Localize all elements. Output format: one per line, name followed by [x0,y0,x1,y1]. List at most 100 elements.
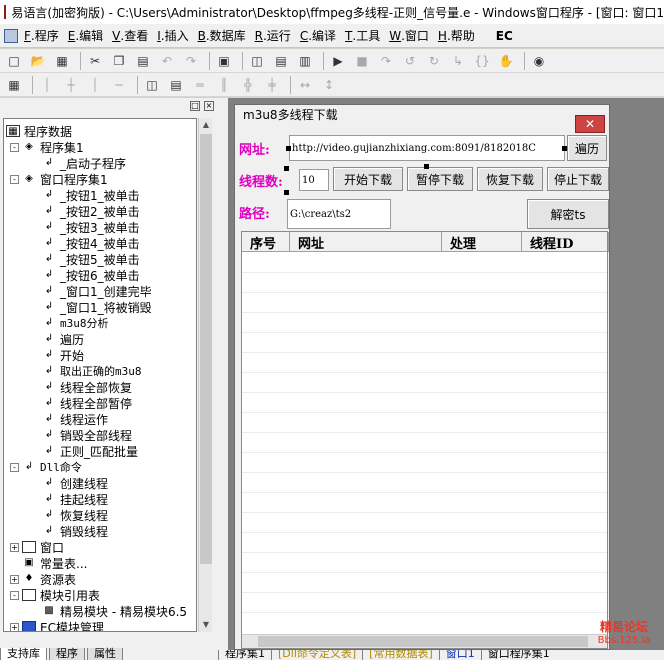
expand-icon[interactable]: + [10,542,19,552]
tree-item[interactable]: ↲ 遍历 [42,331,84,347]
same-size-icon[interactable]: ╬ [238,76,258,94]
scroll-thumb[interactable] [200,134,212,564]
tree-item[interactable]: - ↲ Dll命令 [10,459,82,475]
tree-item[interactable]: ↲ 开始 [42,347,84,363]
expand-icon[interactable]: + [10,622,19,631]
selection-handle[interactable] [424,164,429,169]
column-header[interactable]: 线程ID [522,232,609,252]
align-right-icon[interactable]: │ [85,76,105,94]
menu-database[interactable]: B .数据库 [198,27,246,44]
tree-item[interactable]: ↲ 销毁全部线程 [42,427,132,443]
tab-window1[interactable]: 窗口1 [438,650,481,660]
align-top-icon[interactable]: ─ [109,76,129,94]
panel-pin-icon[interactable]: □ [190,101,200,111]
menu-insert[interactable]: I .插入 [157,27,188,44]
tree-item[interactable]: ↲ 线程全部恢复 [42,379,132,395]
run-icon[interactable]: ▶ [328,52,348,70]
tab-window-assembly1[interactable]: 窗口程序集1 [480,650,556,660]
menu-view[interactable]: V .查看 [112,27,148,44]
center-horizontal-icon[interactable]: ◫ [142,76,162,94]
align-left-icon[interactable]: │ [37,76,57,94]
tree-item[interactable]: ▩ 精易模块 - 精易模块6.5 [42,603,187,619]
column-header[interactable]: 网址 [290,232,442,252]
threads-input[interactable]: 10 [299,169,329,191]
step-over-icon[interactable]: ↺ [400,52,420,70]
copy-icon[interactable]: ❐ [109,52,129,70]
same-width-icon[interactable]: ═ [190,76,210,94]
start-download-button[interactable]: 开始下载 [333,167,403,191]
menu-compile[interactable]: C .编译 [300,27,336,44]
collapse-icon[interactable]: - [10,142,19,152]
download-table[interactable]: 序号 网址 处理 线程ID [241,231,609,649]
breakpoint-icon[interactable]: {} [472,52,492,70]
menu-window[interactable]: W .窗口 [389,27,429,44]
layout-top-icon[interactable]: ▤ [271,52,291,70]
tab-properties[interactable]: 属性 [87,648,123,660]
grid-icon[interactable]: ▦ [4,76,24,94]
path-input[interactable]: G:\creaz\ts2 [287,199,391,229]
save-icon[interactable]: ▦ [52,52,72,70]
same-height-icon[interactable]: ║ [214,76,234,94]
tree-item[interactable]: ↲ _按钮1_被单击 [42,187,140,203]
scroll-down-icon[interactable]: ▼ [199,618,213,632]
tree-item[interactable]: ↲ 线程全部暂停 [42,395,132,411]
tree-item[interactable]: - ◈ 程序集1 [10,139,84,155]
tree-item[interactable]: ↲ 正则_匹配批量 [42,443,138,459]
tree-item[interactable]: ↲ _按钮5_被单击 [42,251,140,267]
tree-item[interactable]: + ♦ 资源表 [10,571,76,587]
tree-item[interactable]: ↲ 创建线程 [42,475,108,491]
tree-item[interactable]: ↲ _窗口1_将被销毁 [42,299,152,315]
tree-item[interactable]: ↲ m3u8分析 [42,315,109,331]
decrypt-ts-button[interactable]: 解密ts [527,199,609,229]
tree-item[interactable]: ↲ 取出正确的m3u8 [42,363,142,379]
tree-item[interactable]: ↲ 挂起线程 [42,491,108,507]
open-folder-icon[interactable]: 📂 [28,52,48,70]
step-out-icon[interactable]: ↻ [424,52,444,70]
new-file-icon[interactable]: □ [4,52,24,70]
menu-file[interactable]: F .程序 [24,27,59,44]
tree-item[interactable]: ↲ _按钮4_被单击 [42,235,140,251]
tree-item[interactable]: ↲ _按钮6_被单击 [42,267,140,283]
tree-root[interactable]: ▦ 程序数据 [6,123,72,139]
center-vertical-icon[interactable]: ▤ [166,76,186,94]
selection-handle[interactable] [284,190,289,195]
layout-left-icon[interactable]: ◫ [247,52,267,70]
menu-edit[interactable]: E .编辑 [68,27,103,44]
tree-item[interactable]: - 模块引用表 [10,587,100,603]
close-icon[interactable]: ✕ [575,115,605,133]
collapse-icon[interactable]: - [10,590,19,600]
v-spacing-icon[interactable]: ↕ [319,76,339,94]
tree-item[interactable]: ↲ _按钮2_被单击 [42,203,140,219]
tab-support-library[interactable]: 支持库 [0,648,47,660]
hand-icon[interactable]: ✋ [496,52,516,70]
collapse-icon[interactable]: - [10,462,19,472]
cut-icon[interactable]: ✂ [85,52,105,70]
form-window[interactable]: m3u8多线程下载 ✕ 网址: http://video.gujianzhixi… [234,104,610,650]
tree-item[interactable]: ↲ 恢复线程 [42,507,108,523]
panel-close-icon[interactable]: × [204,101,214,111]
stop-download-button[interactable]: 停止下载 [547,167,609,191]
tab-assembly1[interactable]: 程序集1 [218,650,271,660]
tree-item[interactable]: ↲ 销毁线程 [42,523,108,539]
scroll-thumb[interactable] [258,636,588,647]
pause-download-button[interactable]: 暂停下载 [407,167,473,191]
tree-item[interactable]: - ◈ 窗口程序集1 [10,171,108,187]
run-to-cursor-icon[interactable]: ↳ [448,52,468,70]
menu-help[interactable]: H .帮助 [438,27,475,44]
tab-data-table[interactable]: [常用数据表] [362,650,439,660]
table-hscrollbar[interactable] [242,634,607,648]
resume-download-button[interactable]: 恢复下载 [477,167,543,191]
tree-item[interactable]: ↲ _按钮3_被单击 [42,219,140,235]
column-header[interactable]: 处理 [442,232,522,252]
collapse-icon[interactable]: - [10,174,19,184]
tree-scrollbar[interactable]: ▲ ▼ [198,118,212,632]
ec-badge[interactable]: EC [496,29,513,43]
spacing-icon[interactable]: ╪ [262,76,282,94]
find-icon[interactable]: ▣ [214,52,234,70]
layout-bottom-icon[interactable]: ▥ [295,52,315,70]
panel-splitter[interactable] [218,98,228,660]
undo-icon[interactable]: ↶ [157,52,177,70]
tab-program[interactable]: 程序 [49,648,85,660]
binoculars-icon[interactable]: ◉ [529,52,549,70]
h-spacing-icon[interactable]: ↔ [295,76,315,94]
